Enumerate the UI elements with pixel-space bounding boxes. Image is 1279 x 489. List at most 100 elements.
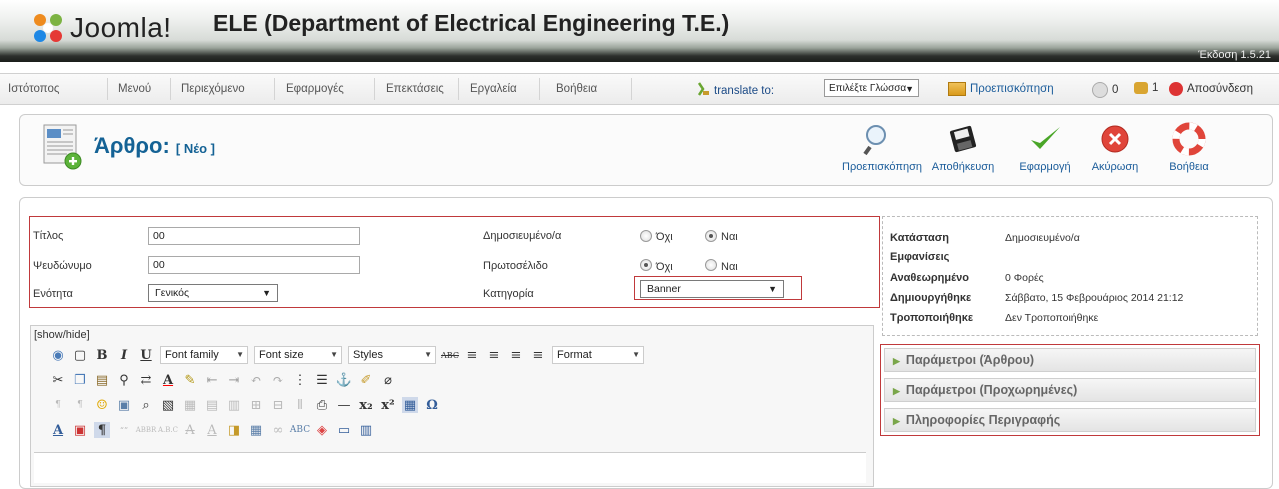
insert-column-icon[interactable]: ⫴ (292, 397, 308, 413)
preview-doc-icon[interactable]: ⌕ (138, 397, 154, 413)
pane-article-params[interactable]: ▶ Παράμετροι (Άρθρου) (884, 348, 1256, 372)
rtl-icon[interactable]: ¶ (72, 397, 88, 413)
unlink-icon[interactable]: ⌀ (380, 372, 396, 388)
media-icon[interactable]: ▣ (116, 397, 132, 413)
find-icon[interactable]: ⚲ (116, 372, 132, 388)
align-right-icon[interactable]: ≡ (508, 347, 524, 363)
special-char-icon[interactable]: Ω (424, 397, 440, 413)
published-yes-label: Ναι (721, 231, 738, 243)
published-yes-radio[interactable] (705, 230, 717, 242)
title-input[interactable]: 00 (148, 227, 360, 245)
strikethrough-icon[interactable]: ABC (441, 347, 459, 363)
cell-props-icon[interactable]: ▥ (226, 397, 242, 413)
help-button-label: Βοήθεια (1169, 161, 1209, 173)
insert-text-icon[interactable]: A (204, 422, 220, 438)
new-document-icon[interactable]: ▢ (72, 347, 88, 363)
outdent-icon[interactable]: ⇤ (204, 372, 220, 388)
menu-extensions[interactable]: Επεκτάσεις (386, 83, 444, 95)
bullet-list-icon[interactable]: ☰ (314, 372, 330, 388)
menu-components[interactable]: Εφαρμογές (286, 83, 344, 95)
indent-icon[interactable]: ⇥ (226, 372, 242, 388)
cite-icon[interactable]: “” (116, 422, 132, 438)
undo-icon[interactable]: ↶ (248, 372, 264, 388)
section-select[interactable]: Γενικός ▼ (148, 284, 278, 302)
fullscreen-icon[interactable]: ▭ (336, 422, 352, 438)
menu-site[interactable]: Ιστότοπος (8, 83, 59, 95)
menu-content[interactable]: Περιεχόμενο (181, 83, 245, 95)
print-icon[interactable]: ⎙ (314, 397, 330, 413)
subscript-icon[interactable]: x₂ (358, 397, 374, 413)
font-size-select[interactable]: Font size ▼ (254, 346, 342, 364)
abbr-icon[interactable]: A.B.C (158, 422, 178, 438)
language-select[interactable]: Επιλέξτε Γλώσσα ▼ (824, 79, 919, 97)
replace-icon[interactable]: ⇄ (138, 372, 154, 388)
messages-status[interactable]: 0 (1092, 82, 1118, 98)
styleprops-icon[interactable]: A (50, 422, 66, 438)
visual-aid-icon[interactable]: ▦ (402, 397, 418, 413)
insert-row-icon[interactable]: ⊞ (248, 397, 264, 413)
align-left-icon[interactable]: ≡ (464, 347, 480, 363)
attributes-icon[interactable]: ▣ (72, 422, 88, 438)
redo-icon[interactable]: ↷ (270, 372, 286, 388)
underline-icon[interactable]: U (138, 347, 154, 363)
nonbreaking-icon[interactable]: ∞ (270, 422, 286, 438)
apply-button[interactable]: Εφαρμογή (1010, 121, 1080, 173)
acronym-icon[interactable]: ABBR (136, 422, 157, 438)
menu-tools[interactable]: Εργαλεία (470, 83, 517, 95)
cleanup-icon[interactable]: ✐ (358, 372, 374, 388)
horizontal-rule-icon[interactable]: — (336, 397, 352, 413)
editor-text-area[interactable] (34, 452, 866, 483)
copy-icon[interactable]: ❐ (72, 372, 88, 388)
menu-help[interactable]: Βοήθεια (556, 83, 597, 95)
delete-text-icon[interactable]: A (182, 422, 198, 438)
pane-advanced-params[interactable]: ▶ Παράμετροι (Προχωρημένες) (884, 378, 1256, 402)
chevron-down-icon: ▼ (330, 350, 338, 359)
text-color-icon[interactable]: A (160, 372, 176, 388)
emoticon-icon[interactable]: ☺ (94, 397, 110, 413)
help-button[interactable]: Βοήθεια (1158, 121, 1220, 173)
cut-icon[interactable]: ✂ (50, 372, 66, 388)
pane-metadata-info[interactable]: ▶ Πληροφορίες Περιγραφής (884, 408, 1256, 432)
cancel-button[interactable]: Ακύρωση (1084, 121, 1146, 173)
category-select[interactable]: Banner ▼ (640, 280, 784, 298)
styles-select[interactable]: Styles ▼ (348, 346, 436, 364)
page-title: Άρθρο: [ Νέο ] (94, 133, 215, 159)
anchor-icon[interactable]: ⚓ (336, 372, 352, 388)
ltr-icon[interactable]: ¶ (50, 397, 66, 413)
cancel-icon (1097, 121, 1133, 157)
alias-input[interactable]: 00 (148, 256, 360, 274)
frontpage-yes-radio[interactable] (705, 259, 717, 271)
image-icon[interactable]: ▧ (160, 397, 176, 413)
delete-row-icon[interactable]: ⊟ (270, 397, 286, 413)
visual-chars-icon[interactable]: ¶ (94, 422, 110, 438)
preview-button[interactable]: Προεπισκόπηση (842, 121, 922, 173)
ordered-list-icon[interactable]: ⋮ (292, 372, 308, 388)
template-icon[interactable]: ▦ (248, 422, 264, 438)
layer-icon[interactable]: ◨ (226, 422, 242, 438)
users-status[interactable]: 1 (1134, 82, 1158, 94)
menu-menus[interactable]: Μενού (118, 83, 151, 95)
spellcheck-icon[interactable]: ABC (290, 422, 310, 438)
show-hide-toggle[interactable]: [show/hide] (34, 329, 90, 341)
italic-icon[interactable]: I (116, 347, 132, 363)
save-button[interactable]: Αποθήκευση (922, 121, 1004, 173)
bold-icon[interactable]: B (94, 347, 110, 363)
help-icon[interactable]: ◉ (50, 347, 66, 363)
blockquote-icon[interactable]: ▥ (358, 422, 374, 438)
pagebreak-icon[interactable]: ◈ (314, 422, 330, 438)
translate-link[interactable]: translate to: (697, 82, 774, 99)
row-props-icon[interactable]: ▤ (204, 397, 220, 413)
preview-link[interactable]: Προεπισκόπηση (948, 82, 1054, 96)
align-justify-icon[interactable]: ≡ (530, 347, 546, 363)
users-count: 1 (1152, 82, 1159, 94)
frontpage-no-radio[interactable] (640, 259, 652, 271)
superscript-icon[interactable]: x² (380, 397, 396, 413)
logout-link[interactable]: Αποσύνδεση (1169, 82, 1253, 96)
align-center-icon[interactable]: ≡ (486, 347, 502, 363)
format-select[interactable]: Format ▼ (552, 346, 644, 364)
font-family-select[interactable]: Font family ▼ (160, 346, 248, 364)
paste-icon[interactable]: ▤ (94, 372, 110, 388)
highlight-color-icon[interactable]: ✎ (182, 372, 198, 388)
table-icon[interactable]: ▦ (182, 397, 198, 413)
published-no-radio[interactable] (640, 230, 652, 242)
